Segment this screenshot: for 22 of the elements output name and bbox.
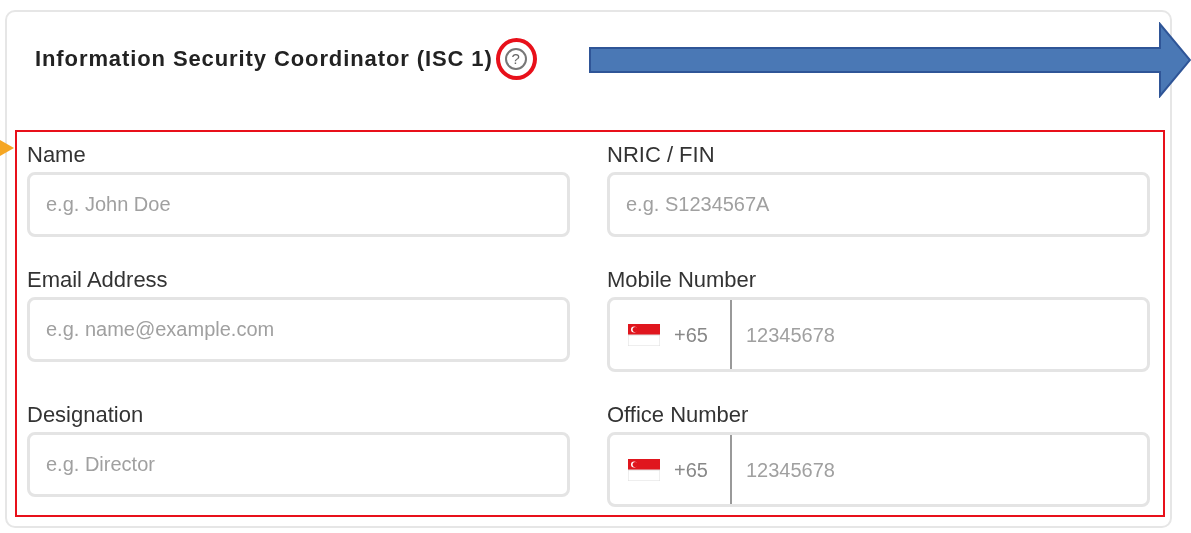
country-code-selector[interactable]: +65 — [610, 300, 732, 369]
field-label: NRIC / FIN — [607, 141, 716, 169]
input-field[interactable]: e.g. John Doe — [27, 172, 570, 237]
country-code: +65 — [674, 457, 708, 483]
section-title: Information Security Coordinator (ISC 1) — [35, 45, 493, 73]
phone-field[interactable]: +65 12345678 — [607, 432, 1150, 507]
pointer-arrow — [0, 140, 14, 156]
phone-field[interactable]: +65 12345678 — [607, 297, 1150, 372]
field-label: Mobile Number — [607, 266, 758, 294]
help-icon[interactable]: ? — [504, 48, 527, 70]
input-field[interactable]: e.g. name@example.com — [27, 297, 570, 362]
flag-icon — [628, 458, 660, 481]
country-code: +65 — [674, 322, 708, 348]
field-label: Office Number — [607, 401, 750, 429]
field-label: Name — [27, 141, 87, 169]
country-code-selector[interactable]: +65 — [610, 435, 732, 504]
field-label: Email Address — [27, 266, 169, 294]
highlight-circle — [495, 38, 537, 80]
input-field[interactable]: e.g. S1234567A — [607, 172, 1150, 237]
flag-icon — [628, 323, 660, 346]
field-label: Designation — [27, 401, 145, 429]
input-field[interactable]: e.g. Director — [27, 432, 570, 497]
